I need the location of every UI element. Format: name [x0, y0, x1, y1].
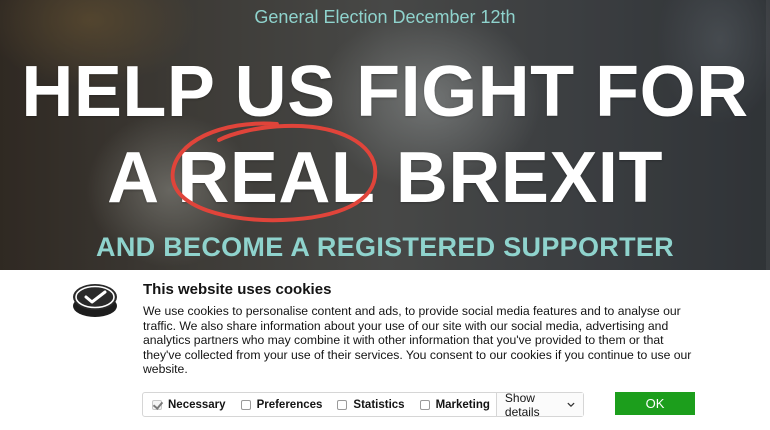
headline-line-1: HELP US FIGHT FOR: [21, 52, 749, 132]
show-details-label[interactable]: Show details: [505, 391, 559, 419]
statistics-checkbox[interactable]: [337, 399, 348, 410]
cookie-banner-title: This website uses cookies: [143, 281, 332, 298]
cookie-banner-body: We use cookies to personalise content an…: [143, 304, 692, 377]
headline-suffix: BREXIT: [375, 138, 663, 218]
circled-word: REAL: [171, 121, 378, 223]
subheadline: AND BECOME A REGISTERED SUPPORTER: [96, 232, 674, 262]
consent-statistics[interactable]: Statistics: [328, 393, 410, 416]
marketing-label[interactable]: Marketing: [436, 399, 490, 411]
necessary-label: Necessary: [168, 398, 226, 411]
consent-preferences[interactable]: Preferences: [232, 393, 329, 416]
preferences-checkbox[interactable]: [240, 399, 251, 410]
circled-word-text: REAL: [177, 138, 376, 218]
hero-banner: [0, 0, 770, 270]
election-date-eyebrow: General Election December 12th: [254, 7, 516, 27]
headline-prefix: A: [107, 138, 178, 218]
ok-button[interactable]: OK: [615, 392, 695, 415]
hero-background-edge: [766, 0, 770, 270]
necessary-checkbox: [152, 399, 162, 410]
show-details-button[interactable]: Show details: [495, 391, 583, 419]
chevron-down-icon[interactable]: [567, 400, 575, 410]
headline-line-2: A REAL BREXIT: [0, 121, 770, 223]
statistics-label[interactable]: Statistics: [353, 399, 404, 411]
marketing-checkbox[interactable]: [419, 399, 430, 410]
checkmark-badge-icon: [73, 284, 117, 317]
consent-marketing[interactable]: Marketing: [411, 393, 496, 416]
consent-necessary: Necessary: [143, 393, 232, 416]
preferences-label[interactable]: Preferences: [257, 399, 323, 411]
cookie-consent-options: Necessary Preferences Statistics Marketi…: [142, 391, 584, 419]
